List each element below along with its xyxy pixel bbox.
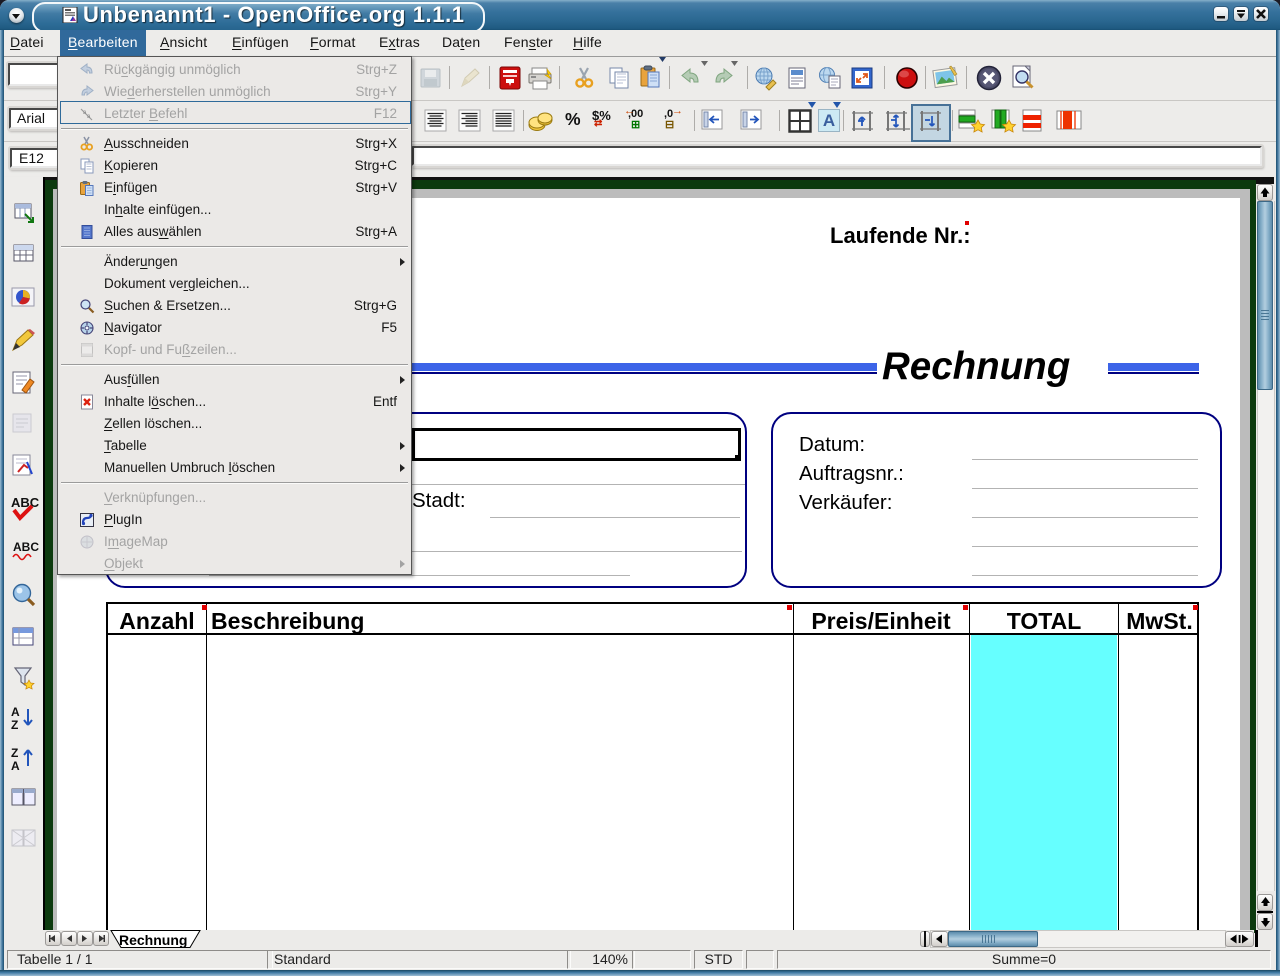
svg-text:A: A bbox=[11, 759, 20, 772]
svg-text:ABC: ABC bbox=[13, 540, 39, 554]
svg-text:Z: Z bbox=[11, 746, 18, 760]
svg-text:Z: Z bbox=[11, 718, 18, 731]
svg-text:ABC: ABC bbox=[11, 495, 39, 510]
svg-text:A: A bbox=[11, 705, 20, 719]
svg-text:A: A bbox=[823, 111, 835, 130]
